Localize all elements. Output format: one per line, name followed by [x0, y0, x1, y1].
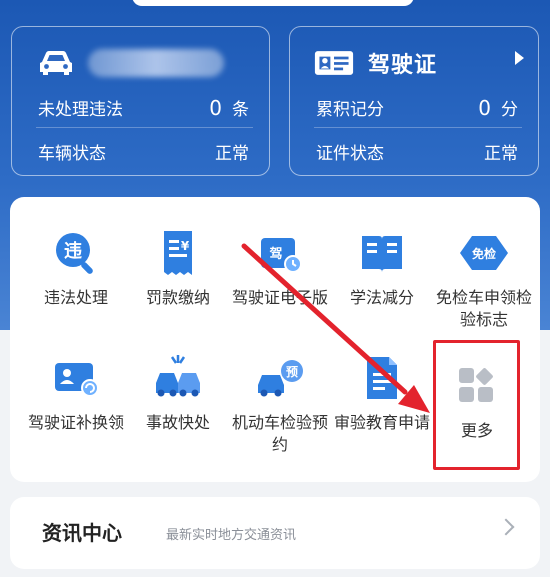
svg-text:¥: ¥ — [181, 239, 190, 253]
vehicle-status-row[interactable]: 车辆状态 正常 — [38, 139, 249, 164]
service-label: 违法处理 — [43, 288, 108, 307]
service-label: 驾驶证电子版 — [231, 288, 328, 307]
service-exempt-inspection[interactable]: 免检 免检车申领检验标志 — [432, 227, 536, 331]
license-status-value: 正常 — [484, 144, 518, 164]
license-replace-icon — [50, 352, 102, 404]
violations-row[interactable]: 未处理违法 0 条 — [38, 95, 249, 120]
id-card-icon — [314, 47, 354, 79]
service-violation[interactable]: 违 违法处理 — [24, 227, 128, 309]
points-label: 累积记分 — [316, 100, 384, 120]
vehicle-card[interactable]: 未处理违法 0 条 车辆状态 正常 — [11, 26, 270, 176]
violation-icon: 违 — [50, 227, 102, 279]
service-education-application[interactable]: 审验教育申请 — [330, 352, 434, 434]
inspection-booking-icon: 预 — [254, 352, 306, 404]
vehicle-status-value: 正常 — [215, 144, 249, 164]
violations-unit: 条 — [232, 100, 249, 120]
service-license-replace[interactable]: 驾驶证补换领 — [24, 352, 128, 434]
points-value: 0 — [478, 96, 491, 120]
search-bar-edge[interactable] — [132, 0, 414, 6]
book-icon — [356, 227, 408, 279]
license-status-row[interactable]: 证件状态 正常 — [316, 139, 518, 164]
license-card-title: 驾驶证 — [368, 53, 438, 78]
svg-text:违: 违 — [64, 240, 82, 262]
education-doc-icon — [356, 352, 408, 404]
service-label: 驾驶证补换领 — [27, 413, 124, 432]
license-card-header: 驾驶证 — [314, 45, 437, 81]
highlight-box — [433, 340, 520, 470]
svg-text:驾: 驾 — [269, 246, 282, 262]
service-label: 事故快处 — [145, 413, 210, 432]
service-label: 免检车申领检验标志 — [435, 288, 532, 329]
receipt-icon: ¥ — [152, 227, 204, 279]
service-label: 罚款缴纳 — [145, 288, 210, 307]
license-card[interactable]: 驾驶证 累积记分 0 分 证件状态 正常 — [289, 26, 539, 176]
chevron-right-icon[interactable] — [515, 51, 524, 65]
accident-icon — [152, 352, 204, 404]
service-label: 学法减分 — [349, 288, 414, 307]
exempt-badge-icon: 免检 — [458, 227, 510, 279]
service-label: 机动车检验预约 — [231, 413, 328, 454]
license-status-label: 证件状态 — [316, 144, 384, 164]
violations-count: 0 — [209, 96, 222, 120]
service-fine-payment[interactable]: ¥ 罚款缴纳 — [126, 227, 230, 309]
divider — [314, 127, 522, 128]
chevron-right-icon[interactable] — [497, 518, 515, 536]
e-license-icon: 驾 — [254, 227, 306, 279]
svg-text:预: 预 — [286, 365, 298, 379]
car-icon — [36, 47, 76, 79]
points-row[interactable]: 累积记分 0 分 — [316, 95, 518, 120]
svg-text:免检: 免检 — [472, 246, 496, 261]
service-inspection-booking[interactable]: 预 机动车检验预约 — [228, 352, 332, 456]
vehicle-card-header — [36, 45, 224, 81]
news-center-subtitle: 最新实时地方交通资讯 — [166, 528, 297, 543]
divider — [36, 127, 253, 128]
points-unit: 分 — [501, 100, 518, 120]
service-accident-quick[interactable]: 事故快处 — [126, 352, 230, 434]
vehicle-status-label: 车辆状态 — [38, 144, 106, 164]
service-e-license[interactable]: 驾 驾驶证电子版 — [228, 227, 332, 309]
service-study-reduce-points[interactable]: 学法减分 — [330, 227, 434, 309]
news-center-title: 资讯中心 — [42, 521, 122, 545]
service-label: 审验教育申请 — [333, 413, 430, 432]
license-plate-blurred — [88, 49, 224, 77]
violations-label: 未处理违法 — [38, 100, 123, 120]
news-center-card[interactable]: 资讯中心 最新实时地方交通资讯 — [10, 497, 540, 569]
